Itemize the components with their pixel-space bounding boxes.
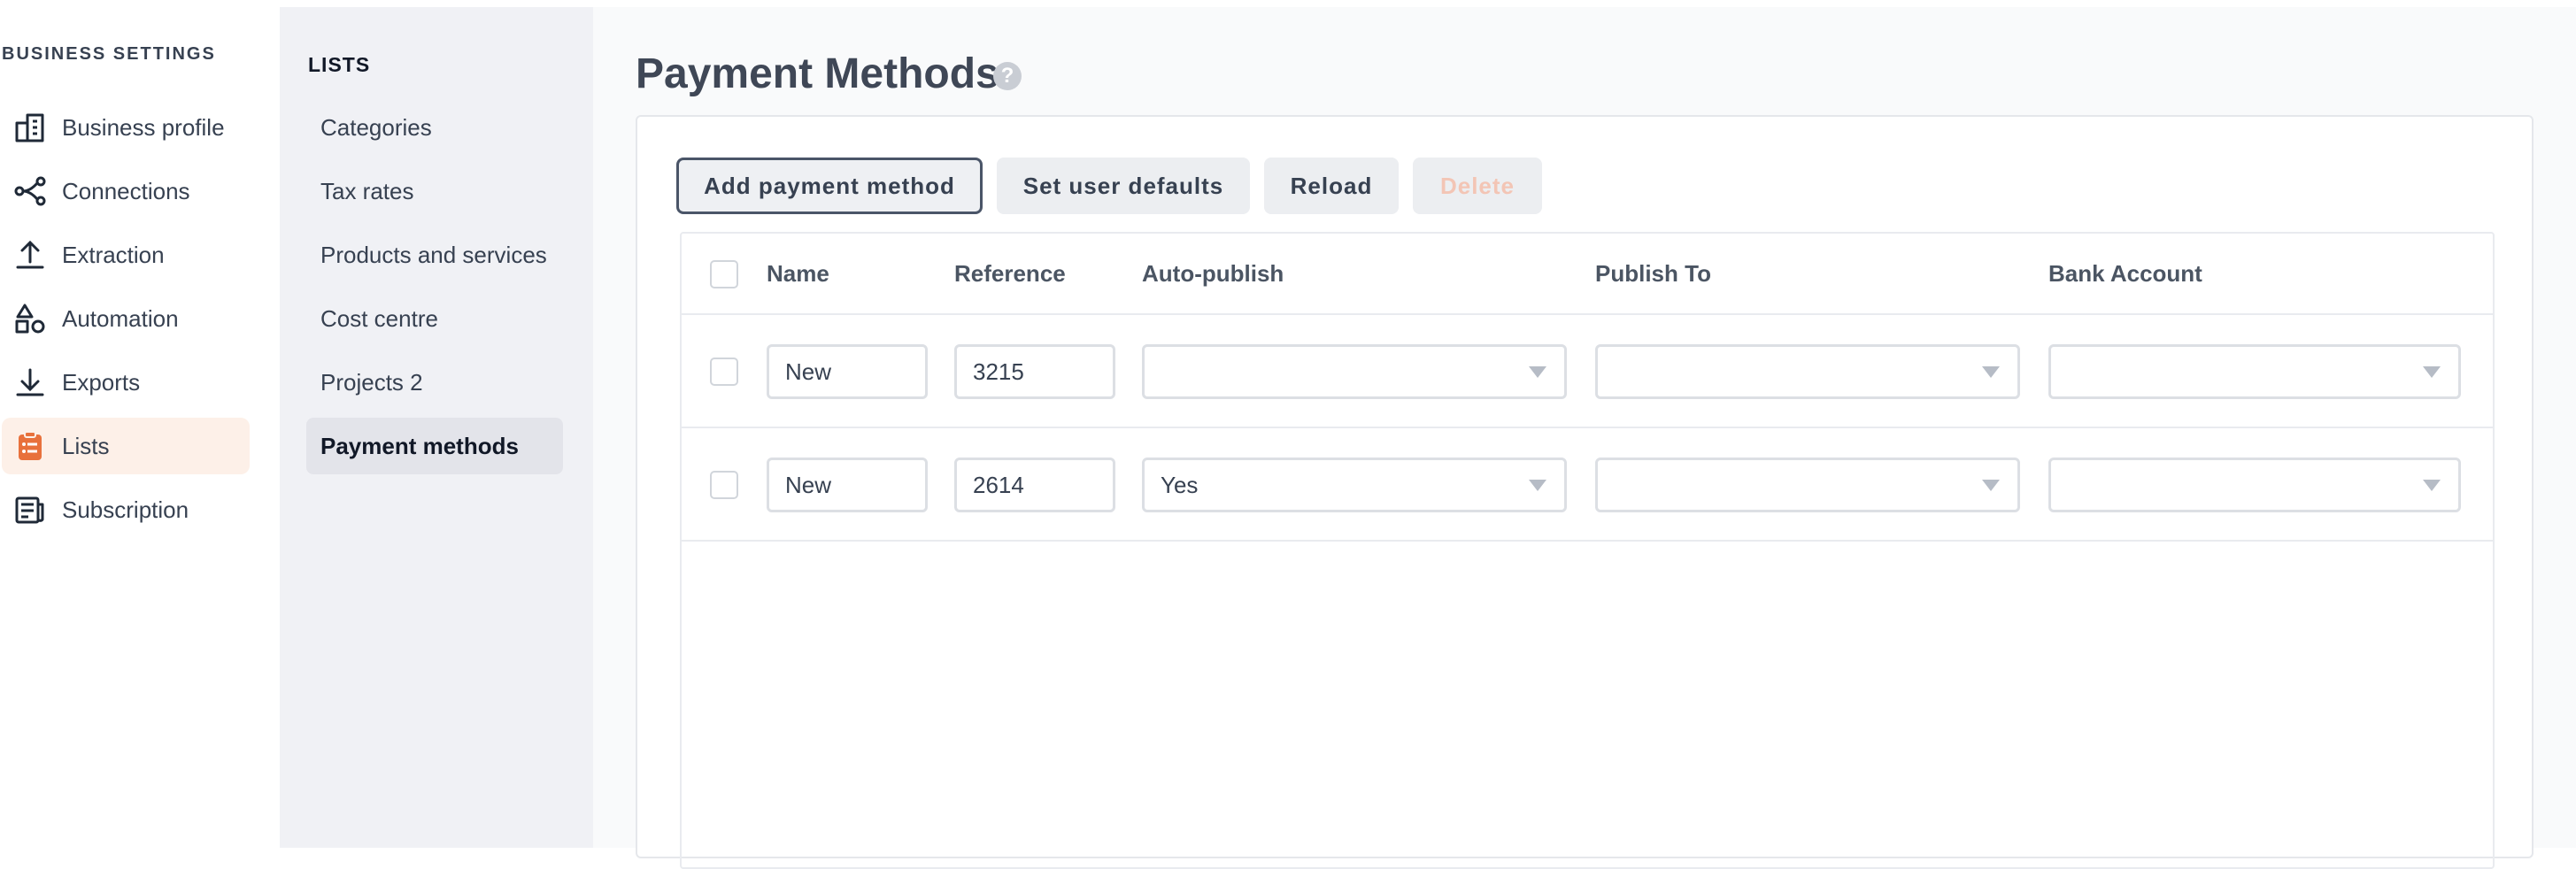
subnav-item-tax-rates[interactable]: Tax rates [306,163,563,219]
extraction-upload-icon [14,239,46,271]
nav-item-lists[interactable]: Lists [2,418,250,474]
reload-button[interactable]: Reload [1264,158,1399,214]
nav-item-label: Extraction [62,241,165,268]
help-icon[interactable]: ? [993,62,1022,90]
auto-publish-value: Yes [1161,471,1199,498]
subnav-item-projects-2[interactable]: Projects 2 [306,354,563,411]
select-all-checkbox[interactable] [710,260,738,288]
payment-methods-card: Add payment method Set user defaults Rel… [636,115,2534,869]
payment-methods-table: Name Reference Auto-publish Publish To B… [680,232,2495,869]
chevron-down-icon [1529,366,1546,378]
nav-item-automation[interactable]: Automation [2,290,250,347]
page-title: Payment Methods [636,50,999,97]
business-settings-nav: BUSINESS SETTINGS Business profile Conne… [0,0,280,848]
reference-field[interactable]: 2614 [954,458,1115,512]
chevron-down-icon [1529,480,1546,491]
row-checkbox[interactable] [710,471,738,499]
publish-to-select[interactable] [1595,458,2020,512]
subnav-item-categories[interactable]: Categories [306,99,563,156]
publish-to-select[interactable] [1595,344,2020,399]
exports-download-icon [14,366,46,398]
bank-account-select[interactable] [2048,344,2461,399]
reference-field[interactable]: 3215 [954,344,1115,399]
business-profile-icon [14,112,46,143]
nav-item-label: Exports [62,368,141,396]
delete-button: Delete [1413,158,1542,214]
column-header-name: Name [767,260,829,287]
lists-subnav: LISTS Categories Tax rates Products and … [280,7,593,848]
nav-item-connections[interactable]: Connections [2,163,250,219]
subnav-item-products-and-services[interactable]: Products and services [306,227,563,283]
chevron-down-icon [1982,480,2000,491]
nav-heading: BUSINESS SETTINGS [2,44,216,64]
nav-item-label: Lists [62,432,110,459]
automation-shapes-icon [14,303,46,335]
subscription-document-icon [14,494,46,526]
set-user-defaults-button[interactable]: Set user defaults [997,158,1250,214]
nav-item-label: Automation [62,304,179,332]
connections-icon [14,175,46,207]
nav-item-exports[interactable]: Exports [2,354,250,411]
subnav-heading: LISTS [308,53,371,76]
nav-item-business-profile[interactable]: Business profile [2,99,250,156]
column-header-reference: Reference [954,260,1066,287]
chevron-down-icon [1982,366,2000,378]
chevron-down-icon [2423,366,2441,378]
table-row: New 3215 [682,315,2493,428]
main-content: Payment Methods ? Add payment method Set… [593,7,2576,869]
lists-clipboard-icon [14,430,46,462]
table-header: Name Reference Auto-publish Publish To B… [682,234,2493,315]
nav-item-label: Subscription [62,496,189,523]
subnav-item-payment-methods[interactable]: Payment methods [306,418,563,474]
add-payment-method-button[interactable]: Add payment method [676,158,983,214]
column-header-publish-to: Publish To [1595,260,1711,287]
nav-item-label: Business profile [62,113,225,141]
name-field[interactable]: New [767,344,928,399]
bank-account-select[interactable] [2048,458,2461,512]
column-header-auto-publish: Auto-publish [1142,260,1284,287]
auto-publish-select[interactable] [1142,344,1567,399]
name-field[interactable]: New [767,458,928,512]
chevron-down-icon [2423,480,2441,491]
auto-publish-select[interactable]: Yes [1142,458,1567,512]
table-row: New 2614 Yes [682,428,2493,542]
column-header-bank-account: Bank Account [2048,260,2202,287]
row-checkbox[interactable] [710,358,738,386]
nav-item-subscription[interactable]: Subscription [2,481,250,538]
nav-item-extraction[interactable]: Extraction [2,227,250,283]
nav-item-label: Connections [62,177,190,204]
subnav-item-cost-centre[interactable]: Cost centre [306,290,563,347]
